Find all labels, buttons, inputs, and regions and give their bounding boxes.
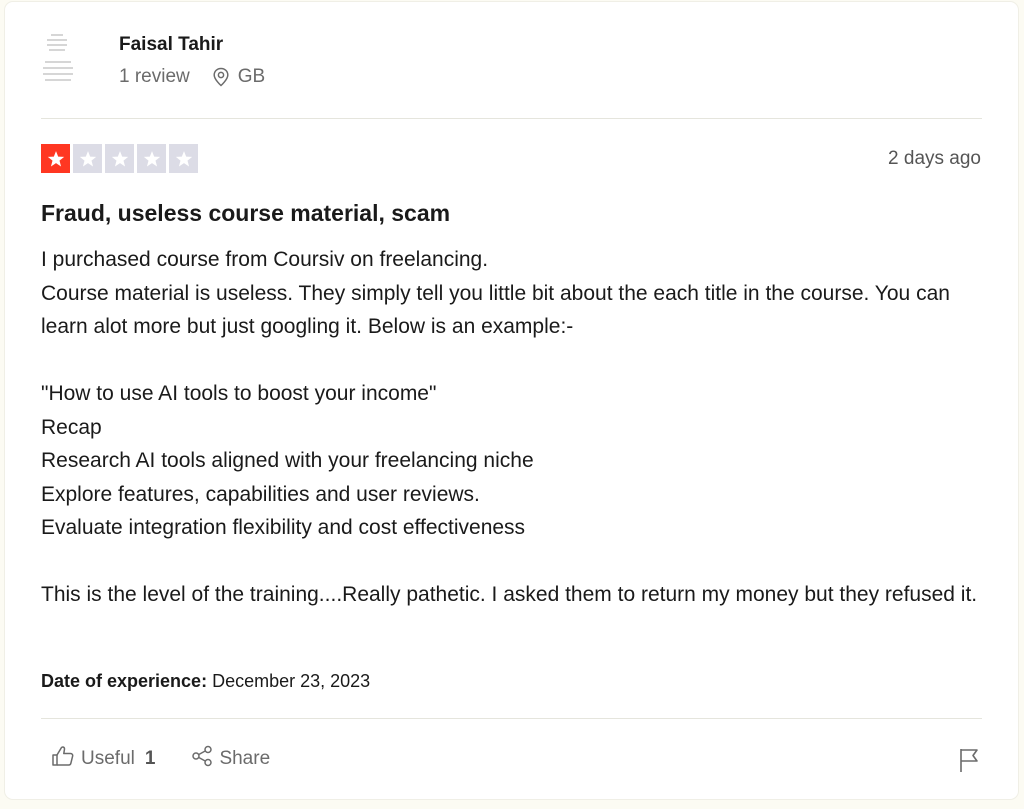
thumbs-up-icon [51,745,75,773]
review-body-line: Explore features, capabilities and user … [41,482,480,506]
report-flag-button[interactable] [958,747,980,778]
reviewer-location: GB [237,66,266,87]
review-card: Faisal Tahir 1 review GB 2 days ago Frau… [5,2,1018,799]
review-body-line: "How to use AI tools to boost your incom… [41,382,437,405]
flag-icon [958,749,980,777]
reviewer-meta: 1 review GB [119,66,265,88]
date-of-experience-value: December 23, 2023 [212,671,371,691]
avatar[interactable] [41,32,75,88]
review-title[interactable]: Fraud, useless course material, scam [41,200,450,227]
star-rating [41,144,198,173]
useful-count: 1 [144,748,156,769]
review-count: 1 review [119,66,190,87]
review-body-line: Evaluate integration flexibility and cos… [41,516,526,539]
header-divider [41,118,982,119]
review-body-line: Course material is useless. They simply … [41,281,950,339]
location-pin-icon [212,67,230,87]
useful-label: Useful [81,748,135,769]
star-icon [169,144,198,173]
share-label: Share [219,748,271,769]
share-button[interactable]: Share [191,745,270,773]
review-date: 2 days ago [888,148,981,169]
star-icon [105,144,134,173]
review-body-line: This is the level of the training....Rea… [41,583,978,606]
review-body-line: I purchased course from Coursiv on freel… [41,248,489,271]
review-body-line: Recap [41,415,102,439]
star-icon [41,144,70,173]
star-icon [137,144,166,173]
review-actions: Useful 1 Share [51,745,270,773]
reviewer-name[interactable]: Faisal Tahir [119,34,223,56]
share-icon [191,745,213,773]
review-body: I purchased course from Coursiv on freel… [41,243,986,612]
star-icon [73,144,102,173]
useful-button[interactable]: Useful 1 [51,745,155,773]
date-of-experience-label: Date of experience: [41,671,208,691]
footer-divider [41,718,982,719]
review-body-line: Research AI tools aligned with your free… [41,449,534,472]
date-of-experience: Date of experience: December 23, 2023 [41,671,370,692]
